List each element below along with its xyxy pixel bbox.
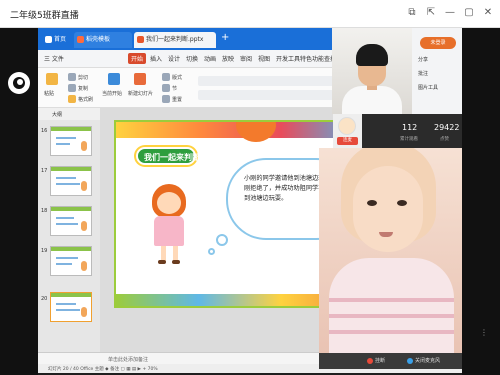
hangup-icon [367,357,373,364]
menu-home[interactable]: 开始 [128,53,147,64]
menu-developer[interactable]: 开发工具 [276,54,300,63]
cut-label: 剪切 [78,75,89,81]
slide-title-banner: 我们一起来判断 [136,147,200,165]
section-label: 节 [172,86,178,92]
copy-label: 复制 [78,86,89,92]
menu-review[interactable]: 审阅 [240,54,252,63]
slide-thumbnail-panel: 16 17 18 19 20 [38,120,100,352]
host-avatar-box: 连麦 [333,114,362,148]
outline-tab[interactable]: 大纲 [38,108,100,120]
more-icon[interactable]: ⋮ [480,328,488,337]
pin-icon[interactable]: ⧉ [406,6,418,20]
menu-animation[interactable]: 动画 [204,54,216,63]
live-logo-icon [8,72,30,94]
like-count: 29422 [434,123,460,132]
minimize-icon[interactable]: — [444,6,456,20]
live-window: 二年级5班群直播 ⧉ ⇱ — ▢ ✕ 首页 稻壳模板 我们一起来判断.pptx … [0,0,500,375]
home-icon [45,36,52,43]
slide-thumbnail-selected[interactable] [50,292,92,322]
paragraph-controls[interactable] [198,90,348,100]
login-badge[interactable]: 未登录 [420,37,456,49]
new-tab-icon[interactable]: + [221,32,229,43]
copy-icon[interactable] [68,84,76,92]
viewer-count-label: 累计观看 [400,137,418,142]
new-slide-label: 新建幻灯片 [128,91,154,97]
link-mic-badge[interactable]: 连麦 [337,137,358,145]
menu-view[interactable]: 视图 [258,54,270,63]
thumb-number: 17 [41,168,48,174]
reset-label: 重置 [172,97,183,103]
student-eye [397,200,407,206]
girl-shoe [158,260,166,264]
picture-tools-button[interactable]: 图片工具 [418,84,456,94]
menu-transition[interactable]: 切换 [186,54,198,63]
share-button[interactable]: 分享 [418,56,456,66]
fullscreen-icon[interactable]: ⇱ [425,6,437,20]
student-body [329,258,454,353]
slide-thumbnail[interactable] [50,206,92,236]
teacher-body [342,86,402,114]
cut-icon[interactable] [68,73,76,81]
menu-file[interactable]: 三 文件 [44,54,64,63]
left-sidebar [0,28,38,375]
window-title: 二年级5班群直播 [10,11,79,21]
avatar[interactable] [338,117,356,135]
student-controls: 挂断 关闭麦克风 [319,353,462,369]
format-painter-label: 格式刷 [78,97,94,103]
close-icon[interactable]: ✕ [482,6,494,20]
layout-label: 版式 [172,75,183,81]
microphone-icon [407,357,413,364]
hangup-button[interactable]: 挂断 [367,357,385,364]
window-controls: ⧉ ⇱ — ▢ ✕ [406,6,494,20]
pptx-icon [137,36,144,43]
student-camera [319,148,462,353]
girl-face [157,192,181,214]
paste-icon[interactable] [46,73,58,85]
menu-design[interactable]: 设计 [168,54,180,63]
menu-slideshow[interactable]: 放映 [222,54,234,63]
slide-thumbnail[interactable] [50,126,92,156]
play-from-current-label: 当前开始 [102,91,123,97]
cloud-bubble [216,234,228,246]
student-face [353,166,423,252]
menu-insert[interactable]: 插入 [150,54,162,63]
new-slide-icon[interactable] [134,73,146,85]
paste-label: 粘贴 [44,91,55,97]
mute-button[interactable]: 关闭麦克风 [407,357,440,364]
girl-dress [154,216,184,246]
thumb-number: 19 [41,248,48,254]
teacher-hair [356,44,388,66]
wps-right-panel: 未登录 分享 批注 图片工具 [412,28,462,114]
menu-features[interactable]: 特色功能 [300,54,324,63]
reset-icon[interactable] [162,95,170,103]
sun-decoration [236,122,276,142]
student-eye [367,200,377,206]
viewer-count: 112 [402,123,418,132]
girl-shoe [172,260,180,264]
play-from-current-icon[interactable] [108,73,120,85]
section-icon[interactable] [162,84,170,92]
format-painter-icon[interactable] [68,95,76,103]
right-sidebar: ⋮ [462,28,500,375]
tab-home[interactable]: 首页 [42,32,72,48]
thumb-number: 18 [41,208,48,214]
slide-title: 我们一起来判断 [144,153,200,162]
cloud-bubble [208,248,215,255]
maximize-icon[interactable]: ▢ [463,6,475,20]
layout-icon[interactable] [162,73,170,81]
tab-document[interactable]: 我们一起来判断.pptx [134,32,216,48]
font-controls[interactable] [198,76,348,86]
window-titlebar: 二年级5班群直播 ⧉ ⇱ — ▢ ✕ [0,0,500,28]
like-count-label: 点赞 [440,137,449,142]
slide-thumbnail[interactable] [50,166,92,196]
docer-icon [77,36,84,43]
teacher-camera [332,28,412,114]
thumb-number: 20 [41,296,48,302]
comment-button[interactable]: 批注 [418,70,456,80]
tab-docer[interactable]: 稻壳模板 [74,32,132,48]
thumb-number: 16 [41,128,48,134]
slide-thumbnail[interactable] [50,246,92,276]
stats-bar: 112 累计观看 29422 点赞 [362,114,462,148]
